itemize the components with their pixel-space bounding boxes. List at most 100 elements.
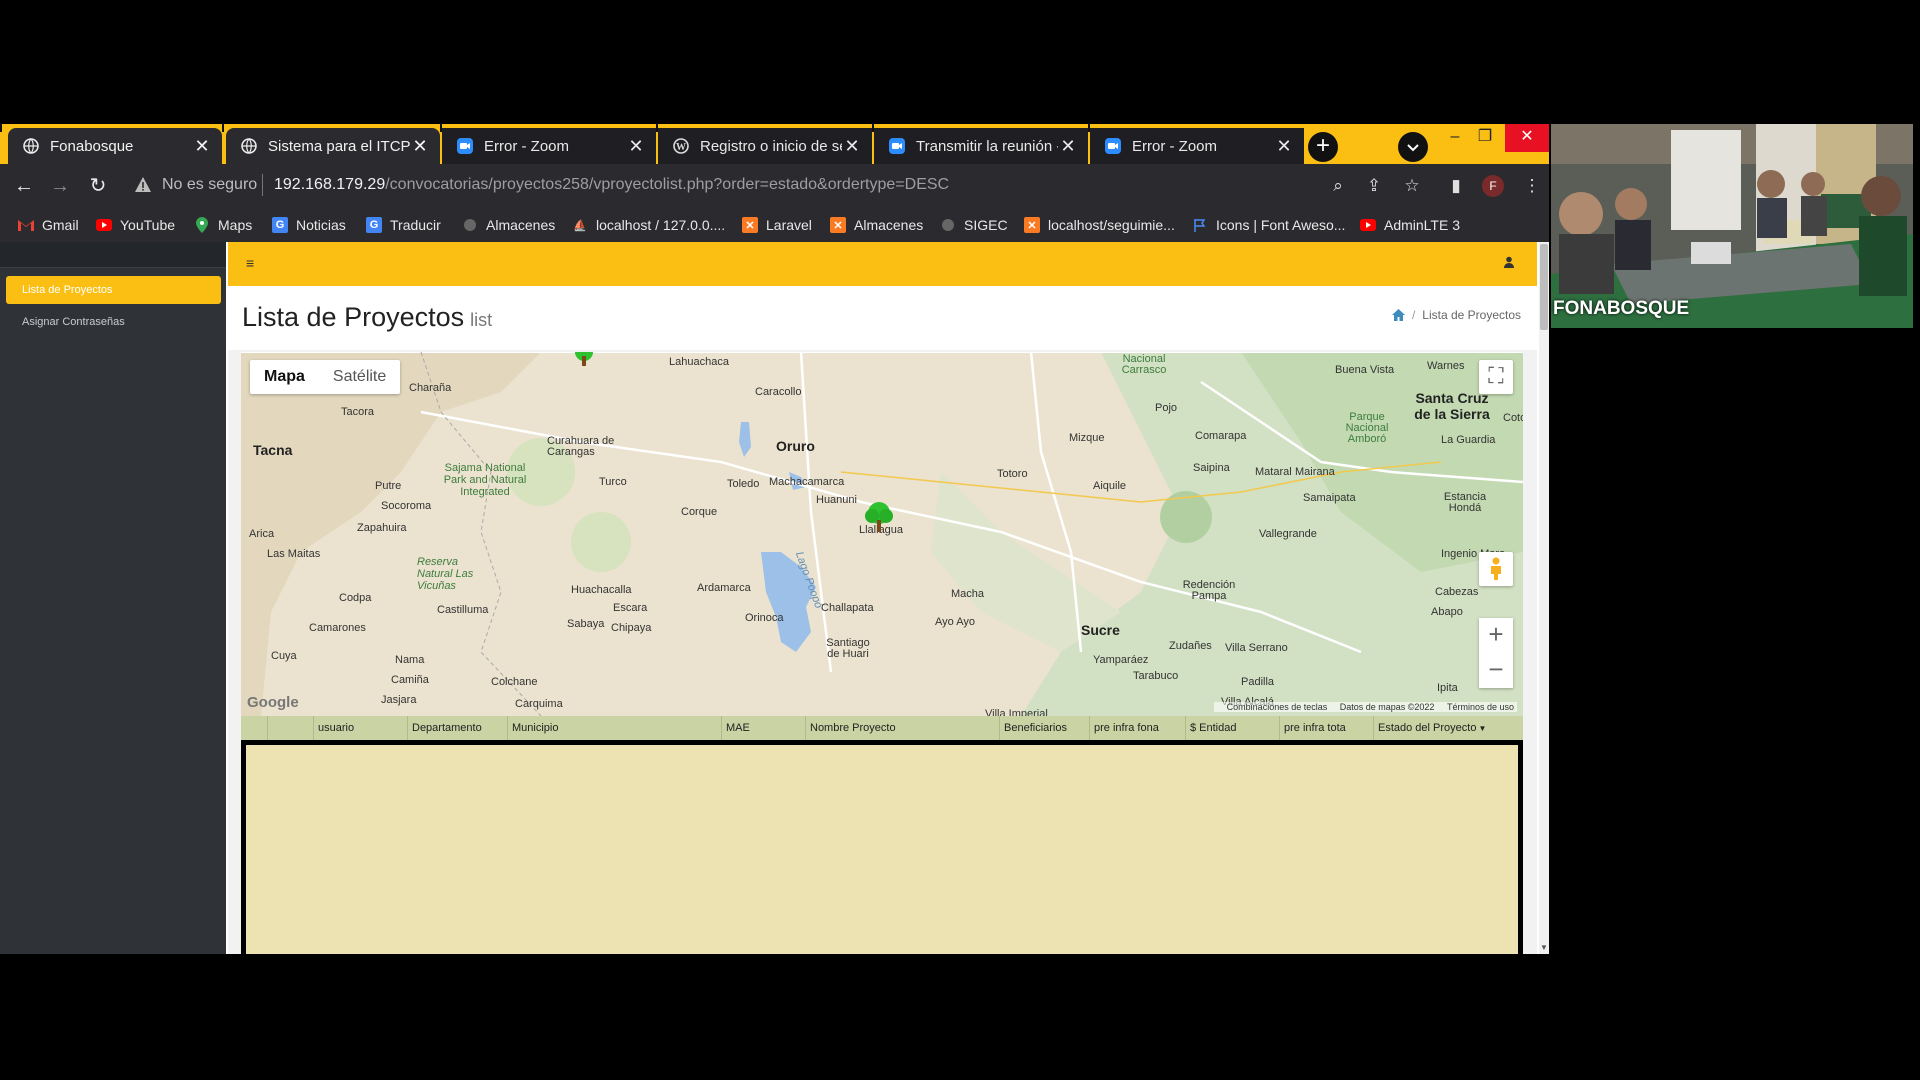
map-label: Colchane [491,676,538,688]
bookmark-localhost[interactable]: ⛵ localhost / 127.0.0.... [572,214,725,236]
profile-avatar[interactable]: F [1482,175,1504,197]
column-header-nombre-proyecto[interactable]: Nombre Proyecto [805,716,999,740]
bookmark-seguimiento[interactable]: ✕ localhost/seguimie... [1024,214,1175,236]
phpmyadmin-icon: ⛵ [573,219,587,232]
minimize-button[interactable]: – [1438,124,1472,152]
map-label: Tarabuco [1133,670,1179,682]
zoom-search-icon[interactable]: ⌕ [1326,174,1350,198]
browser-toolbar: ← → ↻ No es seguro 192.168.179.29/convoc… [0,164,1549,208]
bookmark-almacenes[interactable]: Almacenes [462,214,555,236]
tree-marker-icon[interactable] [863,500,895,534]
tab-sistema-itcp[interactable]: Sistema para el ITCP ✕ [226,128,440,164]
close-icon[interactable]: ✕ [626,136,646,157]
map-type-mapa-button[interactable]: Mapa [250,360,319,394]
sidebar-item-asignar-contrasenas[interactable]: Asignar Contraseñas [6,308,221,336]
menu-icon[interactable]: ⋮ [1520,174,1544,198]
fullscreen-icon[interactable]: ⛶ [1479,360,1513,394]
map-label: Huanuni [816,494,857,506]
page-title: Lista de Proyectos list [242,302,493,332]
table-body [241,740,1523,954]
zoom-out-button[interactable]: − [1479,653,1513,688]
globe-icon [940,217,956,233]
column-header-municipio[interactable]: Municipio [507,716,721,740]
globe-icon [240,137,258,155]
map-label: Lahuachaca [669,356,729,368]
map-label: Mizque [1069,432,1105,444]
video-tile: FONABOSQUE [1551,124,1913,328]
zoom-in-button[interactable]: + [1479,618,1513,653]
page-scrollbar[interactable]: ▼ [1539,242,1549,954]
back-button[interactable]: ← [10,172,38,200]
close-icon[interactable]: ✕ [1058,136,1078,157]
forward-button[interactable]: → [46,172,74,200]
tab-error-zoom[interactable]: Error - Zoom ✕ [442,128,656,164]
content-header: Lista de Proyectos list / Lista de Proyec… [228,286,1537,350]
map-view[interactable]: Tacna Charaña Tacora Lahuachaca Caracoll… [241,352,1523,716]
map-label: Padilla [1241,676,1275,688]
side-panel-icon[interactable]: ▮ [1444,174,1468,198]
zoom-control: + − [1479,618,1513,688]
column-header-pre-infra-tota[interactable]: pre infra tota [1279,716,1373,740]
tab-error-zoom-2[interactable]: Error - Zoom ✕ [1090,128,1304,164]
bookmark-noticias[interactable]: G Noticias [272,214,346,236]
bookmark-adminlte[interactable]: AdminLTE 3 [1360,214,1460,236]
tab-registro[interactable]: W Registro o inicio de ses ✕ [658,128,872,164]
bookmark-sigec[interactable]: SIGEC [940,214,1008,236]
map-label: Redención Pampa [1182,579,1236,602]
column-header-pre-infra-fona[interactable]: pre infra fona [1089,716,1185,740]
address-bar[interactable]: No es seguro 192.168.179.29/convocatoria… [126,170,1338,202]
map-label: Putre [375,480,402,492]
column-header-mae[interactable]: MAE [721,716,805,740]
map-label: Oruro [776,438,815,454]
restore-button[interactable]: ❐ [1468,124,1502,152]
map-label: Nacional Carrasco [1121,353,1167,376]
scrollbar-thumb[interactable] [1540,244,1548,330]
globe-icon [22,137,40,155]
map-label: Zapahuira [357,522,407,534]
map-label: Socoroma [381,500,432,512]
bookmark-font-awesome[interactable]: Icons | Font Aweso... [1192,214,1345,236]
bookmark-youtube[interactable]: YouTube [96,214,175,236]
scroll-down-icon[interactable]: ▼ [1539,943,1549,952]
google-logo: Google [247,694,299,711]
tree-marker-icon[interactable] [571,352,597,368]
hamburger-icon[interactable]: ≡ [246,255,254,271]
bookmark-gmail[interactable]: Gmail [18,214,79,236]
close-icon[interactable]: ✕ [192,136,212,157]
close-icon[interactable]: ✕ [1274,136,1294,157]
user-icon[interactable] [1503,256,1515,268]
table-rows-area [246,745,1518,954]
column-header-beneficiarios[interactable]: Beneficiarios [999,716,1089,740]
close-icon[interactable]: ✕ [410,136,430,157]
column-header-entidad[interactable]: $ Entidad [1185,716,1279,740]
bookmark-laravel[interactable]: ✕ Laravel [742,214,812,236]
tab-search-button[interactable] [1398,132,1428,162]
close-icon[interactable]: ✕ [842,136,862,157]
map-label: Curahuara de Carangas [547,435,615,458]
map-label: Coto [1503,412,1523,424]
map-label: Estancia Hondá [1443,491,1487,514]
bookmark-traducir[interactable]: G Traducir [366,214,441,236]
star-icon[interactable]: ☆ [1400,174,1424,198]
map-label: Mairana [1295,466,1335,478]
column-header-usuario[interactable]: usuario [313,716,407,740]
home-icon[interactable] [1391,309,1405,321]
map-type-satelite-button[interactable]: Satélite [319,360,400,394]
keyboard-shortcuts-link[interactable]: Combinaciones de teclas [1227,702,1328,712]
pegman-icon[interactable] [1479,552,1513,586]
tab-transmitir[interactable]: Transmitir la reunión - ✕ [874,128,1088,164]
bookmark-maps[interactable]: Maps [194,214,252,236]
map-label: Zudañes [1169,640,1212,652]
share-icon[interactable]: ⇪ [1362,174,1386,198]
reload-button[interactable]: ↻ [84,172,112,200]
tab-fonabosque[interactable]: Fonabosque ✕ [8,128,222,164]
map-label: Corque [681,506,718,518]
terms-link[interactable]: Términos de uso [1447,702,1514,712]
new-tab-button[interactable]: + [1308,132,1338,162]
window-close-button[interactable]: ✕ [1505,124,1549,152]
sidebar-item-lista-proyectos[interactable]: Lista de Proyectos [6,276,221,304]
bookmark-almacenes-2[interactable]: ✕ Almacenes [830,214,923,236]
youtube-icon [96,217,112,233]
column-header-departamento[interactable]: Departamento [407,716,507,740]
column-header-estado[interactable]: Estado del Proyecto ▼ [1373,716,1523,740]
